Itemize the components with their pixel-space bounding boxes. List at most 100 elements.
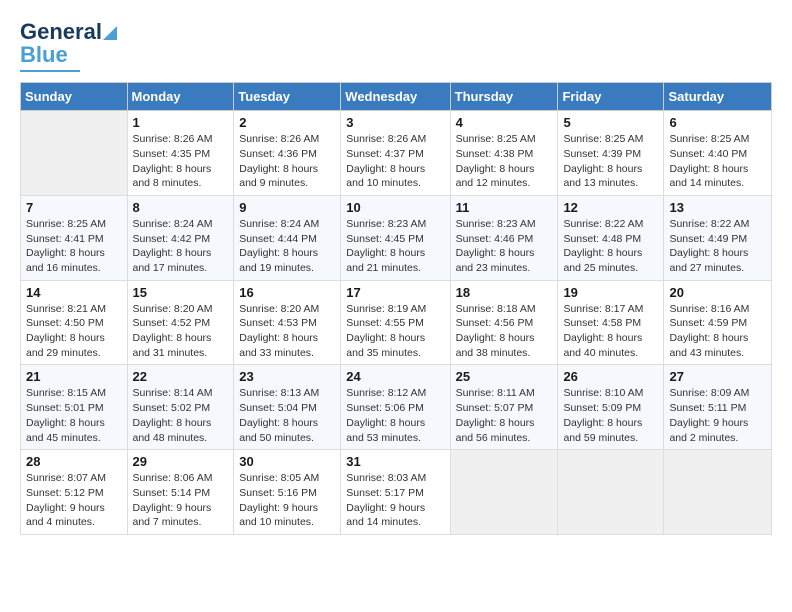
day-info: Sunrise: 8:13 AMSunset: 5:04 PMDaylight:…: [239, 386, 335, 445]
day-cell: 7Sunrise: 8:25 AMSunset: 4:41 PMDaylight…: [21, 195, 128, 280]
week-row-2: 7Sunrise: 8:25 AMSunset: 4:41 PMDaylight…: [21, 195, 772, 280]
day-cell: 29 Sunrise: 8:06 AMSunset: 5:14 PMDayligh…: [127, 450, 234, 535]
day-number: 13: [669, 200, 766, 215]
logo-blue: Blue: [20, 42, 68, 68]
day-cell: 5Sunrise: 8:25 AMSunset: 4:39 PMDaylight…: [558, 111, 664, 196]
day-info: Sunrise: 8:05 AMSunset: 5:16 PMDaylight:…: [239, 471, 335, 530]
weekday-friday: Friday: [558, 83, 664, 111]
day-info: Sunrise: 8:15 AMSunset: 5:01 PMDaylight:…: [26, 386, 122, 445]
day-cell: 20 Sunrise: 8:16 AMSunset: 4:59 PMDayligh…: [664, 280, 772, 365]
day-cell: [664, 450, 772, 535]
day-number: 12: [563, 200, 658, 215]
logo: General Blue: [20, 20, 117, 72]
day-number: 6: [669, 115, 766, 130]
day-info: Sunrise: 8:16 AMSunset: 4:59 PMDaylight:…: [669, 302, 766, 361]
day-cell: 8 Sunrise: 8:24 AMSunset: 4:42 PMDaylight…: [127, 195, 234, 280]
weekday-saturday: Saturday: [664, 83, 772, 111]
weekday-header-row: SundayMondayTuesdayWednesdayThursdayFrid…: [21, 83, 772, 111]
weekday-monday: Monday: [127, 83, 234, 111]
day-info: Sunrise: 8:26 AMSunset: 4:35 PMDaylight:…: [133, 132, 229, 191]
week-row-3: 14 Sunrise: 8:21 AMSunset: 4:50 PMDayligh…: [21, 280, 772, 365]
logo-line: [20, 70, 80, 72]
day-number: 20: [669, 285, 766, 300]
day-cell: 13 Sunrise: 8:22 AMSunset: 4:49 PMDayligh…: [664, 195, 772, 280]
day-info: Sunrise: 8:07 AMSunset: 5:12 PMDaylight:…: [26, 471, 122, 530]
day-number: 16: [239, 285, 335, 300]
day-cell: 22Sunrise: 8:14 AMSunset: 5:02 PMDayligh…: [127, 365, 234, 450]
week-row-5: 28 Sunrise: 8:07 AMSunset: 5:12 PMDayligh…: [21, 450, 772, 535]
day-cell: 21 Sunrise: 8:15 AMSunset: 5:01 PMDayligh…: [21, 365, 128, 450]
day-cell: 18 Sunrise: 8:18 AMSunset: 4:56 PMDayligh…: [450, 280, 558, 365]
day-info: Sunrise: 8:19 AMSunset: 4:55 PMDaylight:…: [346, 302, 444, 361]
day-number: 26: [563, 369, 658, 384]
day-cell: 19 Sunrise: 8:17 AMSunset: 4:58 PMDayligh…: [558, 280, 664, 365]
day-cell: 10 Sunrise: 8:23 AMSunset: 4:45 PMDayligh…: [341, 195, 450, 280]
weekday-thursday: Thursday: [450, 83, 558, 111]
calendar-table: SundayMondayTuesdayWednesdayThursdayFrid…: [20, 82, 772, 535]
day-info: Sunrise: 8:24 AMSunset: 4:42 PMDaylight:…: [133, 217, 229, 276]
day-number: 5: [563, 115, 658, 130]
day-cell: 15 Sunrise: 8:20 AMSunset: 4:52 PMDayligh…: [127, 280, 234, 365]
day-number: 2: [239, 115, 335, 130]
day-cell: 27 Sunrise: 8:09 AMSunset: 5:11 PMDayligh…: [664, 365, 772, 450]
day-number: 14: [26, 285, 122, 300]
day-info: Sunrise: 8:20 AMSunset: 4:52 PMDaylight:…: [133, 302, 229, 361]
day-cell: 24 Sunrise: 8:12 AMSunset: 5:06 PMDayligh…: [341, 365, 450, 450]
day-info: Sunrise: 8:12 AMSunset: 5:06 PMDaylight:…: [346, 386, 444, 445]
day-cell: 9 Sunrise: 8:24 AMSunset: 4:44 PMDaylight…: [234, 195, 341, 280]
day-info: Sunrise: 8:26 AMSunset: 4:37 PMDaylight:…: [346, 132, 444, 191]
day-number: 1: [133, 115, 229, 130]
weekday-tuesday: Tuesday: [234, 83, 341, 111]
day-cell: 30 Sunrise: 8:05 AMSunset: 5:16 PMDayligh…: [234, 450, 341, 535]
day-number: 7: [26, 200, 122, 215]
day-number: 29: [133, 454, 229, 469]
week-row-1: 1 Sunrise: 8:26 AMSunset: 4:35 PMDaylight…: [21, 111, 772, 196]
day-number: 28: [26, 454, 122, 469]
day-number: 8: [133, 200, 229, 215]
day-cell: 11Sunrise: 8:23 AMSunset: 4:46 PMDayligh…: [450, 195, 558, 280]
day-number: 22: [133, 369, 229, 384]
day-info: Sunrise: 8:10 AMSunset: 5:09 PMDaylight:…: [563, 386, 658, 445]
day-cell: 28 Sunrise: 8:07 AMSunset: 5:12 PMDayligh…: [21, 450, 128, 535]
day-cell: 6 Sunrise: 8:25 AMSunset: 4:40 PMDaylight…: [664, 111, 772, 196]
day-info: Sunrise: 8:22 AMSunset: 4:48 PMDaylight:…: [563, 217, 658, 276]
day-cell: [450, 450, 558, 535]
day-info: Sunrise: 8:09 AMSunset: 5:11 PMDaylight:…: [669, 386, 766, 445]
day-info: Sunrise: 8:23 AMSunset: 4:46 PMDaylight:…: [456, 217, 553, 276]
day-info: Sunrise: 8:23 AMSunset: 4:45 PMDaylight:…: [346, 217, 444, 276]
day-info: Sunrise: 8:06 AMSunset: 5:14 PMDaylight:…: [133, 471, 229, 530]
page-header: General Blue: [20, 20, 772, 72]
day-cell: 16 Sunrise: 8:20 AMSunset: 4:53 PMDayligh…: [234, 280, 341, 365]
day-cell: 23 Sunrise: 8:13 AMSunset: 5:04 PMDayligh…: [234, 365, 341, 450]
day-number: 31: [346, 454, 444, 469]
day-number: 10: [346, 200, 444, 215]
day-number: 18: [456, 285, 553, 300]
day-info: Sunrise: 8:25 AMSunset: 4:38 PMDaylight:…: [456, 132, 553, 191]
day-info: Sunrise: 8:17 AMSunset: 4:58 PMDaylight:…: [563, 302, 658, 361]
day-info: Sunrise: 8:24 AMSunset: 4:44 PMDaylight:…: [239, 217, 335, 276]
day-info: Sunrise: 8:21 AMSunset: 4:50 PMDaylight:…: [26, 302, 122, 361]
day-cell: 4 Sunrise: 8:25 AMSunset: 4:38 PMDaylight…: [450, 111, 558, 196]
day-cell: 25Sunrise: 8:11 AMSunset: 5:07 PMDayligh…: [450, 365, 558, 450]
day-cell: [21, 111, 128, 196]
day-number: 9: [239, 200, 335, 215]
day-info: Sunrise: 8:18 AMSunset: 4:56 PMDaylight:…: [456, 302, 553, 361]
day-number: 27: [669, 369, 766, 384]
day-cell: 14 Sunrise: 8:21 AMSunset: 4:50 PMDayligh…: [21, 280, 128, 365]
day-cell: 17Sunrise: 8:19 AMSunset: 4:55 PMDayligh…: [341, 280, 450, 365]
day-cell: 26 Sunrise: 8:10 AMSunset: 5:09 PMDayligh…: [558, 365, 664, 450]
day-number: 30: [239, 454, 335, 469]
day-number: 24: [346, 369, 444, 384]
day-info: Sunrise: 8:11 AMSunset: 5:07 PMDaylight:…: [456, 386, 553, 445]
weekday-wednesday: Wednesday: [341, 83, 450, 111]
day-cell: 12 Sunrise: 8:22 AMSunset: 4:48 PMDayligh…: [558, 195, 664, 280]
day-number: 23: [239, 369, 335, 384]
day-info: Sunrise: 8:20 AMSunset: 4:53 PMDaylight:…: [239, 302, 335, 361]
day-number: 19: [563, 285, 658, 300]
day-number: 4: [456, 115, 553, 130]
day-info: Sunrise: 8:03 AMSunset: 5:17 PMDaylight:…: [346, 471, 444, 530]
day-info: Sunrise: 8:22 AMSunset: 4:49 PMDaylight:…: [669, 217, 766, 276]
day-info: Sunrise: 8:25 AMSunset: 4:40 PMDaylight:…: [669, 132, 766, 191]
day-number: 15: [133, 285, 229, 300]
day-number: 21: [26, 369, 122, 384]
